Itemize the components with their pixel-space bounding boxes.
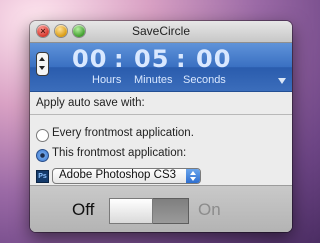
on-label: On	[198, 200, 221, 219]
radio-every-frontmost[interactable]	[36, 129, 49, 142]
radio-every-frontmost-label[interactable]: Every frontmost application.	[52, 127, 194, 139]
hours-label: Hours	[92, 74, 122, 86]
application-popup[interactable]: Adobe Photoshop CS3	[52, 168, 201, 184]
minutes-label: Minutes	[134, 74, 173, 86]
seconds-value[interactable]: 00	[196, 45, 231, 73]
time-stepper[interactable]	[36, 52, 49, 76]
popup-arrows-icon	[186, 169, 200, 183]
radio-this-frontmost-label[interactable]: This frontmost application:	[52, 147, 186, 159]
seconds-label: Seconds	[183, 74, 226, 86]
radio-this-frontmost[interactable]	[36, 149, 49, 162]
auto-save-toggle[interactable]	[109, 198, 189, 224]
timer-menu-arrow-icon[interactable]	[278, 78, 286, 84]
timer-bar: 00 : 05 : 00 Hours Minutes Seconds	[30, 43, 292, 92]
divider	[30, 114, 292, 115]
application-popup-value: Adobe Photoshop CS3	[59, 169, 177, 181]
toggle-knob[interactable]	[109, 198, 153, 224]
title-bar: × SaveCircle	[30, 21, 292, 43]
stepper-up-icon[interactable]	[39, 57, 45, 61]
off-label: Off	[72, 200, 95, 219]
time-separator: :	[114, 45, 125, 73]
time-separator: :	[176, 45, 187, 73]
stepper-down-icon[interactable]	[39, 66, 45, 70]
window-title: SaveCircle	[131, 24, 191, 38]
savecircle-window: × SaveCircle 00 : 05 : 00 Hours Minutes …	[30, 21, 292, 232]
apply-auto-save-label: Apply auto save with:	[36, 97, 145, 109]
photoshop-icon: Ps	[36, 170, 49, 183]
timer-display: 00 : 05 : 00	[70, 45, 270, 73]
minutes-value[interactable]: 05	[134, 45, 169, 73]
hours-value[interactable]: 00	[72, 45, 107, 73]
toggle-area: Off On	[30, 185, 292, 232]
